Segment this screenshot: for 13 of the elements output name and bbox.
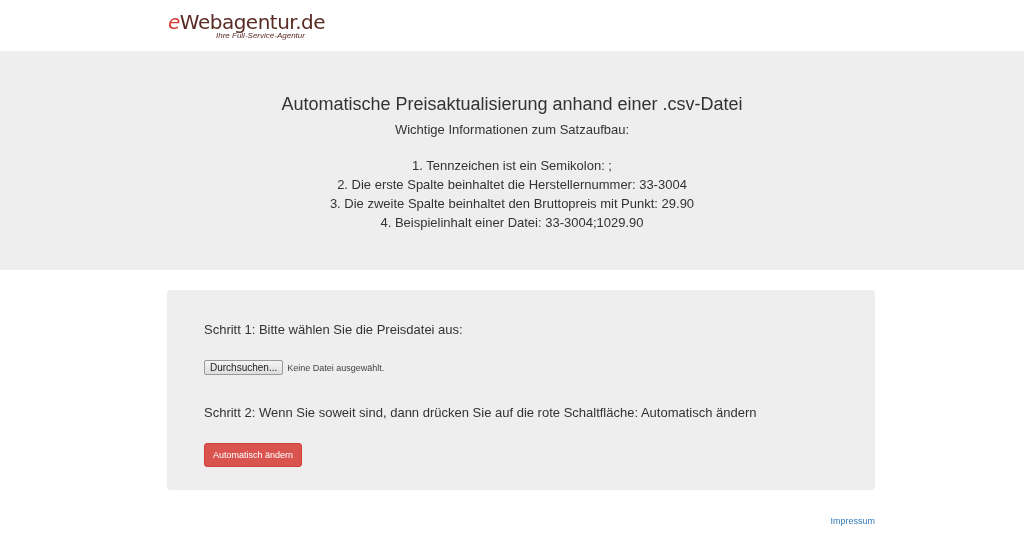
info-line: 1. Tennzeichen ist ein Semikolon: ; (411, 157, 613, 175)
info-line: 4. Beispielinhalt einer Datei: 33-3004;1029.90 (379, 214, 645, 232)
subtitle: Wichtige Informationen zum Satzaufbau: (393, 121, 631, 138)
info-line: 3. Die zweite Spalte beinhaltet den Bruttopreis mit Punkt: 29.90 (328, 195, 696, 213)
impressum-link[interactable]: Impressum (830, 516, 875, 526)
step-text: Schritt 2: Wenn Sie soweit sind, dann drücken Sie auf die rote Schaltfläche: Automatisch ändern (204, 404, 758, 422)
page-title: Automatische Preisaktualisierung anhand einer .csv-Datei (280, 93, 744, 115)
step-text: Schritt 1: Bitte wählen Sie die Preisdatei aus: (204, 321, 464, 339)
file-status: Keine Datei ausgewählt. (287, 362, 385, 373)
info-line: 2. Die erste Spalte beinhaltet die Herstellernummer: 33-3004 (336, 176, 688, 194)
submit-button[interactable]: Automatisch ändern (204, 443, 303, 467)
logo[interactable]: eWebagentur.de Ihre Full-Service-Agentur (168, 11, 326, 40)
browse-button[interactable]: Durchsuchen... (204, 360, 284, 375)
